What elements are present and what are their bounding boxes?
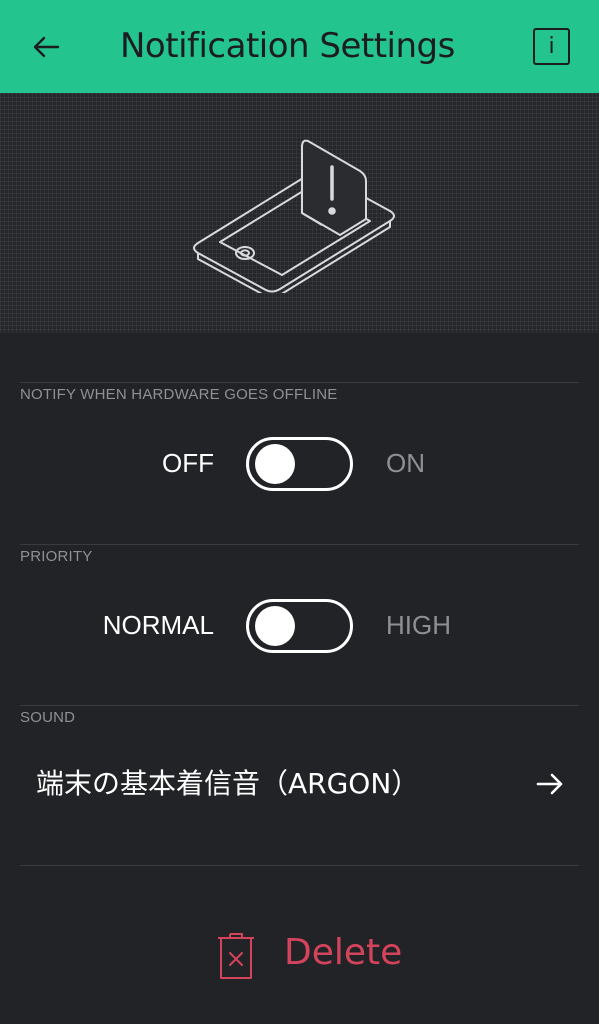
sound-selector[interactable]: 端末の基本着信音（ARGON） [0,752,599,820]
divider [20,544,579,545]
offline-toggle-switch[interactable] [246,437,353,491]
toggle-knob [255,606,295,646]
sound-value: 端末の基本着信音（ARGON） [36,767,420,800]
priority-high-label[interactable]: HIGH [386,599,451,651]
divider [20,705,579,706]
divider [20,865,579,866]
priority-toggle-switch[interactable] [246,599,353,653]
trash-icon [218,933,254,979]
priority-normal-label[interactable]: NORMAL [60,599,214,651]
delete-button[interactable]: Delete [214,928,404,984]
offline-section-label: NOTIFY WHEN HARDWARE GOES OFFLINE [20,386,338,403]
info-button[interactable]: i [533,28,570,65]
page-title: Notification Settings [120,26,455,66]
offline-toggle-row: OFF ON [0,437,599,491]
back-button[interactable] [26,27,66,67]
priority-section-label: PRIORITY [20,548,93,565]
arrow-left-icon [33,36,60,58]
priority-toggle-row: NORMAL HIGH [0,599,599,653]
offline-off-label[interactable]: OFF [120,437,214,489]
phone-notification-illustration [193,139,395,293]
offline-on-label[interactable]: ON [386,437,425,489]
app-header: Notification Settings i [0,0,599,93]
hero-banner [0,93,599,333]
toggle-knob [255,444,295,484]
arrow-right-icon [536,773,563,795]
delete-label: Delete [284,932,403,973]
divider [20,382,579,383]
sound-section-label: SOUND [20,709,76,726]
